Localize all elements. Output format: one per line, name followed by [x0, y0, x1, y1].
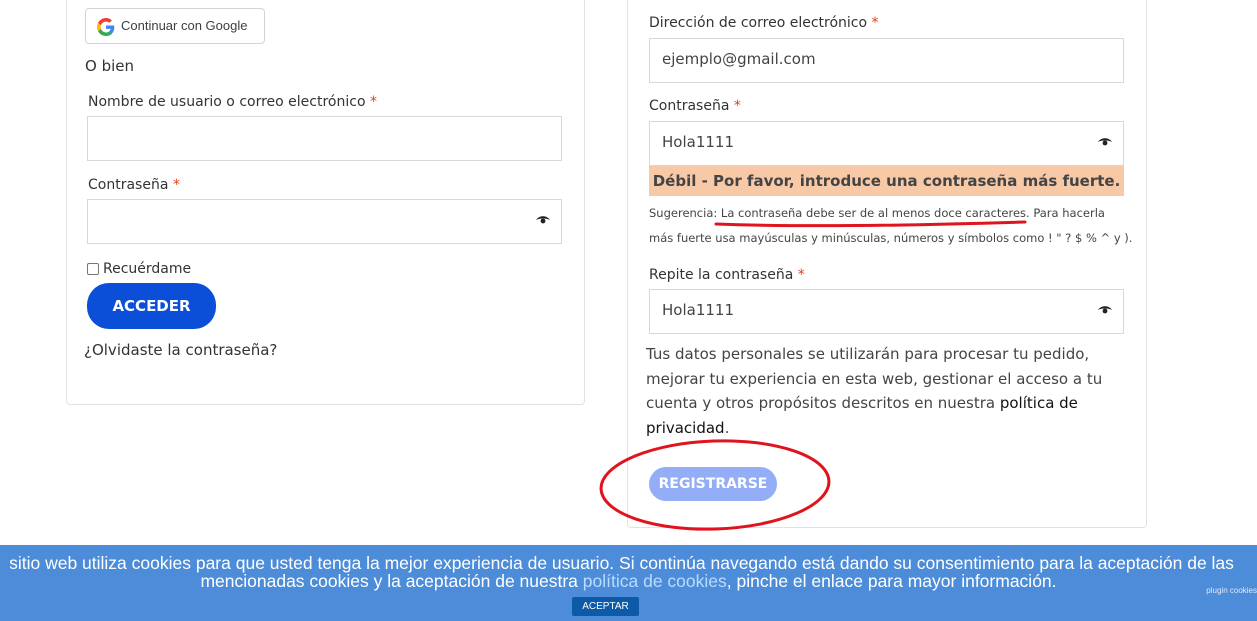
accept-cookies-button[interactable]: ACEPTAR	[572, 597, 639, 616]
register-button-circle-annotation	[599, 439, 831, 531]
cookie-plugin-credit[interactable]: plugin cookies	[1206, 586, 1257, 595]
cookie-consent-text: sitio web utiliza cookies para que usted…	[9, 553, 1234, 591]
cookie-policy-link[interactable]: política de cookies	[583, 571, 727, 591]
annotation-overlay	[599, 220, 1027, 531]
cookie-consent-bar: sitio web utiliza cookies para que usted…	[0, 545, 1257, 621]
hint-underline-annotation	[714, 220, 1027, 228]
